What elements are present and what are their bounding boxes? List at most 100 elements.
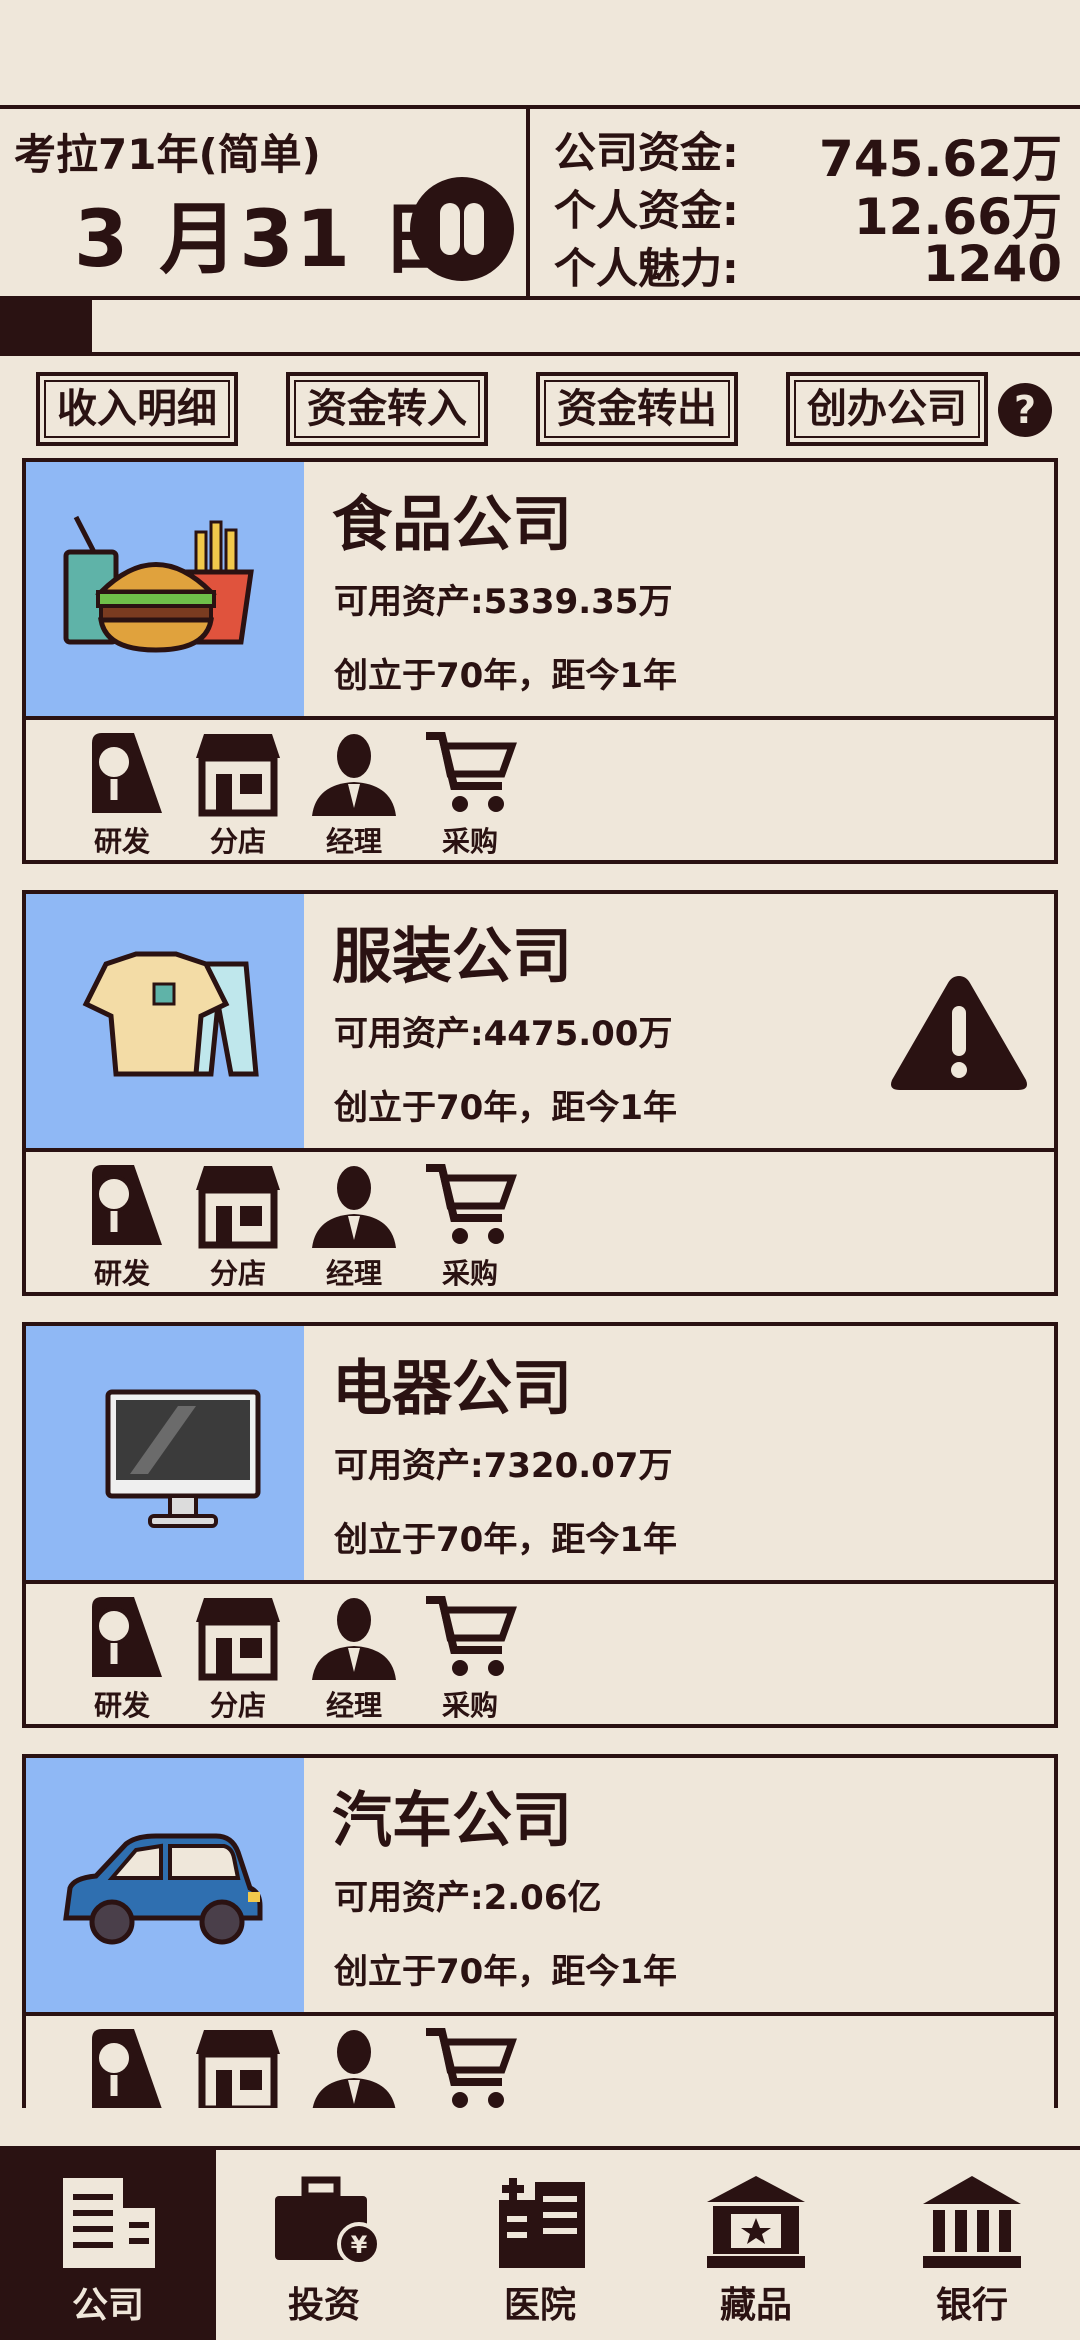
manager-button[interactable]: 经理 [294, 2024, 414, 2108]
date-label: 3 月31 日 [74, 195, 462, 285]
company-thumbnail [26, 462, 304, 716]
company-assets: 可用资产:5339.35万 [334, 582, 673, 622]
manager-label: 经理 [325, 825, 382, 858]
purchase-button[interactable]: 采购 [410, 728, 530, 858]
pause-button[interactable] [410, 177, 514, 281]
company-founded: 创立于70年，距今1年 [334, 1520, 677, 1560]
purchase-label: 采购 [441, 1257, 498, 1290]
branch-button[interactable]: 分店 [178, 728, 298, 858]
briefcase-yen-icon: ¥ [275, 2176, 379, 2266]
manager-button[interactable]: 经理 [294, 1160, 414, 1290]
company-assets: 可用资产:4475.00万 [334, 1014, 673, 1054]
monitor-icon [105, 1389, 261, 1528]
branch-button[interactable]: 分店 [178, 1592, 298, 1722]
cart-icon [426, 1596, 517, 1676]
company-summary[interactable]: 服装公司 可用资产:4475.00万 创立于70年，距今1年 [22, 890, 1058, 1152]
nav-company[interactable]: 公司 [0, 2150, 216, 2340]
shop-icon [196, 734, 280, 817]
company-card[interactable]: 电器公司 可用资产:7320.07万 创立于70年，距今1年 研发 分店 经理 … [22, 1322, 1058, 1730]
company-card[interactable]: 汽车公司 可用资产:2.06亿 创立于70年，距今1年 研发 分店 经理 采购 [22, 1754, 1058, 2108]
company-name: 电器公司 [332, 1354, 572, 1424]
bottom-nav: 公司 ¥ 投资 医院 藏品 银行 [0, 2146, 1080, 2340]
funds-panel: 公司资金: 745.62万 个人资金: 12.66万 个人魅力: 1240 [534, 109, 1080, 296]
company-founded: 创立于70年，距今1年 [334, 1088, 677, 1128]
company-assets: 可用资产:7320.07万 [334, 1446, 673, 1486]
company-thumbnail [26, 1758, 304, 2012]
company-tools: 研发 分店 经理 采购 [22, 2012, 1058, 2108]
company-summary[interactable]: 食品公司 可用资产:5339.35万 创立于70年，距今1年 [22, 458, 1058, 720]
company-list[interactable]: 食品公司 可用资产:5339.35万 创立于70年，距今1年 研发 分店 经理 … [0, 458, 1080, 2108]
company-building-icon [63, 2178, 155, 2268]
manager-icon [312, 2030, 396, 2108]
svg-text:¥: ¥ [351, 2231, 368, 2259]
charm-row: 个人魅力: 1240 [554, 235, 1062, 293]
company-summary[interactable]: 汽车公司 可用资产:2.06亿 创立于70年，距今1年 [22, 1754, 1058, 2016]
manager-icon [312, 734, 396, 816]
company-thumbnail [26, 1326, 304, 1580]
charm-label: 个人魅力: [554, 244, 739, 293]
nav-hospital-label: 医院 [503, 2285, 576, 2326]
research-icon [92, 1597, 162, 1677]
branch-label: 分店 [209, 825, 266, 858]
research-button[interactable]: 研发 [62, 1592, 182, 1722]
research-label: 研发 [93, 1689, 150, 1722]
bank-icon [923, 2176, 1021, 2268]
company-card[interactable]: 服装公司 可用资产:4475.00万 创立于70年，距今1年 研发 分店 经理 … [22, 890, 1058, 1298]
company-founded: 创立于70年，距今1年 [334, 656, 677, 696]
nav-collection-label: 藏品 [719, 2285, 792, 2326]
nav-bank[interactable]: 银行 [864, 2150, 1080, 2340]
company-summary[interactable]: 电器公司 可用资产:7320.07万 创立于70年，距今1年 [22, 1322, 1058, 1584]
income-detail-button[interactable]: 收入明细 [36, 372, 238, 446]
company-name: 食品公司 [332, 490, 572, 560]
nav-collection[interactable]: 藏品 [648, 2150, 864, 2340]
cart-icon [426, 1164, 517, 1244]
help-icon[interactable]: ? [998, 383, 1052, 437]
research-icon [92, 2029, 162, 2108]
purchase-button[interactable]: 采购 [410, 1160, 530, 1290]
company-tools: 研发 分店 经理 采购 [22, 716, 1058, 864]
transfer-in-button[interactable]: 资金转入 [286, 372, 488, 446]
hospital-icon [499, 2178, 585, 2268]
branch-button[interactable]: 分店 [178, 1160, 298, 1290]
date-panel: 考拉71年(简单) 3 月31 日 [0, 109, 530, 296]
burger-fries-icon [63, 515, 254, 653]
shop-icon [196, 1166, 280, 1249]
research-button[interactable]: 研发 [62, 728, 182, 858]
branch-button[interactable]: 分店 [178, 2024, 298, 2108]
manager-button[interactable]: 经理 [294, 728, 414, 858]
pause-icon [440, 203, 460, 255]
purchase-button[interactable]: 采购 [410, 1592, 530, 1722]
found-company-button[interactable]: 创办公司 [786, 372, 988, 446]
company-founded: 创立于70年，距今1年 [334, 1952, 677, 1992]
research-button[interactable]: 研发 [62, 1160, 182, 1290]
warning-icon[interactable] [888, 970, 1030, 1096]
manager-button[interactable]: 经理 [294, 1592, 414, 1722]
company-assets: 可用资产:2.06亿 [334, 1878, 602, 1918]
research-button[interactable]: 研发 [62, 2024, 182, 2108]
branch-label: 分店 [209, 1257, 266, 1290]
year-label: 考拉71年(简单) [14, 130, 321, 179]
company-name: 服装公司 [332, 922, 572, 992]
month-progress-bar [0, 300, 1080, 356]
manager-icon [312, 1598, 396, 1680]
branch-label: 分店 [209, 1689, 266, 1722]
company-card[interactable]: 食品公司 可用资产:5339.35万 创立于70年，距今1年 研发 分店 经理 … [22, 458, 1058, 866]
status-header: 考拉71年(简单) 3 月31 日 公司资金: 745.62万 个人资金: 12… [0, 105, 1080, 300]
purchase-button[interactable]: 采购 [410, 2024, 530, 2108]
research-icon [92, 733, 162, 813]
manager-icon [312, 1166, 396, 1248]
nav-bank-label: 银行 [935, 2285, 1008, 2326]
purchase-label: 采购 [441, 825, 498, 858]
company-name: 汽车公司 [332, 1786, 572, 1856]
company-funds-label: 公司资金: [554, 128, 739, 177]
nav-company-label: 公司 [71, 2285, 144, 2326]
cart-icon [426, 732, 517, 812]
manager-label: 经理 [325, 1689, 382, 1722]
museum-icon [707, 2176, 805, 2268]
transfer-out-button[interactable]: 资金转出 [536, 372, 738, 446]
month-progress-fill [0, 300, 92, 352]
research-icon [92, 1165, 162, 1245]
nav-invest[interactable]: ¥ 投资 [216, 2150, 432, 2340]
clothing-icon [82, 951, 259, 1077]
nav-hospital[interactable]: 医院 [432, 2150, 648, 2340]
